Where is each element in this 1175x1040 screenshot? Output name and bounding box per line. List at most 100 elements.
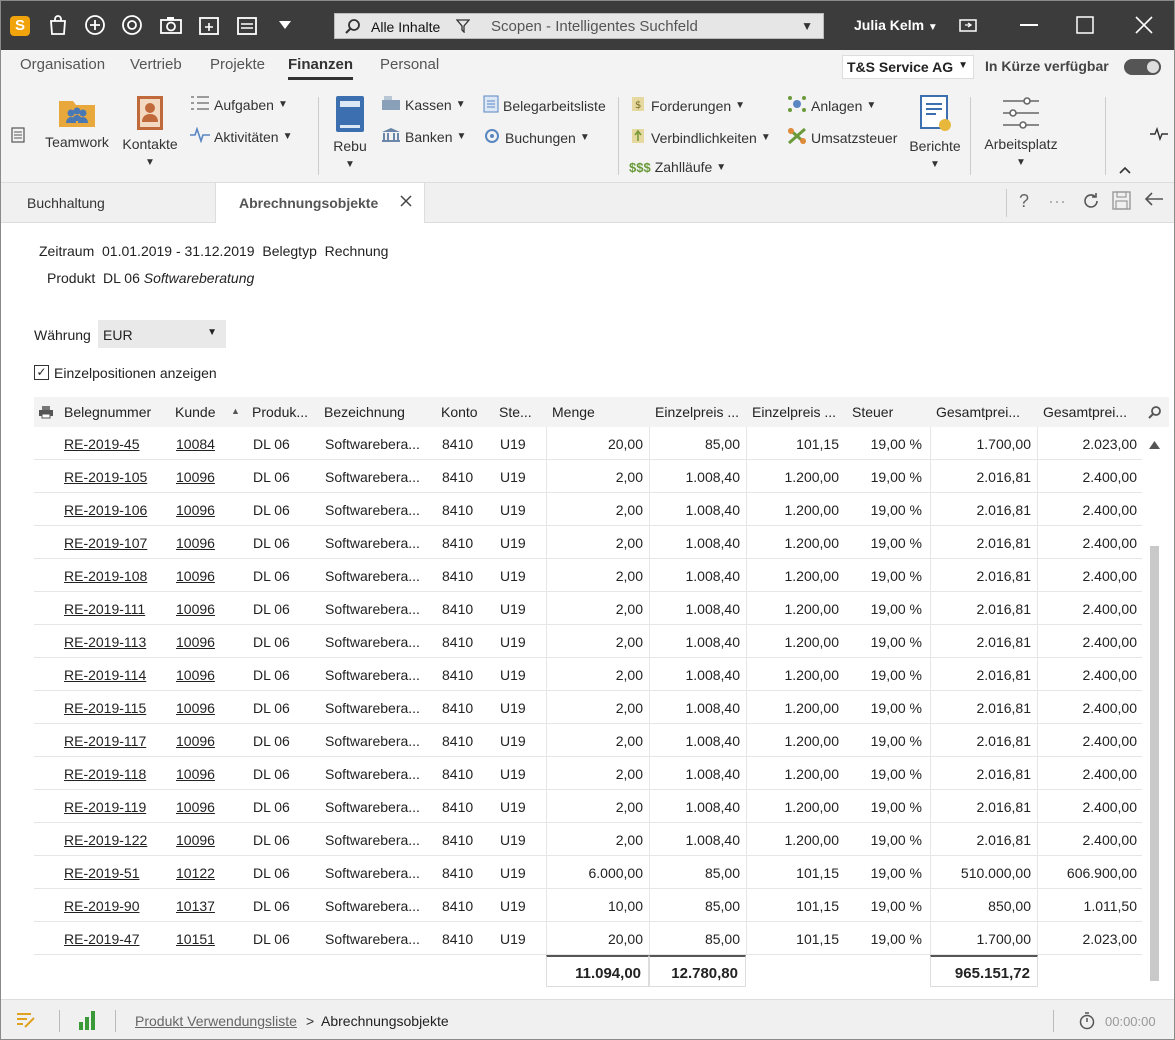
cell-belegnummer[interactable]: RE-2019-107 xyxy=(64,535,166,551)
cell-belegnummer[interactable]: RE-2019-45 xyxy=(64,436,166,452)
table-row[interactable]: RE-2019-114 10096 DL 06 Softwarebera... 8410… xyxy=(34,658,1142,691)
cell-kunde[interactable]: 10096 xyxy=(176,502,242,518)
table-row[interactable]: RE-2019-118 10096 DL 06 Softwarebera... 8410… xyxy=(34,757,1142,790)
header-belegnummer[interactable]: Belegnummer xyxy=(64,404,171,420)
verbindlichkeiten-button[interactable]: Verbindlichkeiten ▼ xyxy=(629,127,771,148)
cell-belegnummer[interactable]: RE-2019-108 xyxy=(64,568,166,584)
coming-soon-toggle[interactable] xyxy=(1124,59,1161,75)
forderungen-button[interactable]: $ Forderungen ▼ xyxy=(629,95,745,116)
table-row[interactable]: RE-2019-108 10096 DL 06 Softwarebera... 8410… xyxy=(34,559,1142,592)
cell-belegnummer[interactable]: RE-2019-118 xyxy=(64,766,166,782)
menu-tab-projekte[interactable]: Projekte xyxy=(210,56,265,73)
header-einzelpreis-netto[interactable]: Einzelpreis ... xyxy=(655,404,748,420)
calendar-icon[interactable] xyxy=(235,13,259,37)
table-row[interactable]: RE-2019-111 10096 DL 06 Softwarebera... 8410… xyxy=(34,592,1142,625)
tab-buchhaltung[interactable]: Buchhaltung xyxy=(1,183,215,223)
refresh-icon[interactable] xyxy=(1081,191,1101,216)
menu-tab-vertrieb[interactable]: Vertrieb xyxy=(130,56,182,73)
menu-tab-personal[interactable]: Personal xyxy=(380,56,439,73)
table-row[interactable]: RE-2019-113 10096 DL 06 Softwarebera... 8410… xyxy=(34,625,1142,658)
menu-tab-finanzen[interactable]: Finanzen xyxy=(288,56,354,80)
cell-belegnummer[interactable]: RE-2019-114 xyxy=(64,667,166,683)
search-dropdown-icon[interactable]: ▼ xyxy=(801,19,813,33)
arbeitsplatz-button[interactable]: Arbeitsplatz ▼ xyxy=(981,95,1061,168)
cell-kunde[interactable]: 10096 xyxy=(176,601,242,617)
signal-bars-icon[interactable] xyxy=(78,1010,96,1033)
breadcrumb-link[interactable]: Produkt Verwendungsliste xyxy=(135,1013,297,1029)
back-arrow-icon[interactable] xyxy=(1144,191,1164,212)
cell-kunde[interactable]: 10096 xyxy=(176,733,242,749)
table-row[interactable]: RE-2019-107 10096 DL 06 Softwarebera... 8410… xyxy=(34,526,1142,559)
currency-select[interactable]: EUR ▼ xyxy=(98,320,226,348)
cell-kunde[interactable]: 10096 xyxy=(176,799,242,815)
rebu-button[interactable]: Rebu ▼ xyxy=(330,95,370,170)
ribbon-collapse-side-icon[interactable] xyxy=(11,127,25,146)
cell-belegnummer[interactable]: RE-2019-47 xyxy=(64,931,166,947)
cell-belegnummer[interactable]: RE-2019-117 xyxy=(64,733,166,749)
table-row[interactable]: RE-2019-51 10122 DL 06 Softwarebera... 8410 U… xyxy=(34,856,1142,889)
cell-kunde[interactable]: 10084 xyxy=(176,436,242,452)
cell-belegnummer[interactable]: RE-2019-119 xyxy=(64,799,166,815)
cell-kunde[interactable]: 10096 xyxy=(176,535,242,551)
kontakte-button[interactable]: Kontakte ▼ xyxy=(119,95,181,168)
header-gesamtpreis-netto[interactable]: Gesamtprei... xyxy=(936,404,1039,420)
cell-kunde[interactable]: 10096 xyxy=(176,832,242,848)
search-scope-label[interactable]: Alle Inhalte xyxy=(371,19,440,35)
cell-kunde[interactable]: 10122 xyxy=(176,865,242,881)
cell-kunde[interactable]: 10096 xyxy=(176,469,242,485)
scrollbar-thumb[interactable] xyxy=(1150,546,1159,981)
table-row[interactable]: RE-2019-90 10137 DL 06 Softwarebera... 8410 U… xyxy=(34,889,1142,922)
close-tab-icon[interactable] xyxy=(400,194,412,210)
help-icon[interactable]: ? xyxy=(1019,191,1029,212)
cell-belegnummer[interactable]: RE-2019-122 xyxy=(64,832,166,848)
banken-button[interactable]: Banken ▼ xyxy=(381,127,466,146)
table-row[interactable]: RE-2019-47 10151 DL 06 Softwarebera... 8410 U… xyxy=(34,922,1142,955)
tab-abrechnungsobjekte[interactable]: Abrechnungsobjekte xyxy=(215,183,425,223)
stopwatch-icon[interactable] xyxy=(1079,1012,1095,1033)
calendar-add-icon[interactable] xyxy=(197,13,221,37)
window-switch-icon[interactable] xyxy=(956,13,980,37)
add-circle-icon[interactable] xyxy=(83,13,107,37)
app-logo-icon[interactable]: S xyxy=(10,16,30,36)
aktivitaeten-button[interactable]: Aktivitäten ▼ xyxy=(190,126,293,146)
table-row[interactable]: RE-2019-45 10084 DL 06 Softwarebera... 8410 U… xyxy=(34,427,1142,460)
zahllaeufe-button[interactable]: $$$ Zahlläufe ▼ xyxy=(629,159,726,175)
cell-belegnummer[interactable]: RE-2019-90 xyxy=(64,898,166,914)
anlagen-button[interactable]: Anlagen ▼ xyxy=(787,95,876,116)
minimize-icon[interactable] xyxy=(1017,13,1041,37)
user-menu[interactable]: Julia Kelm ▼ xyxy=(854,17,938,33)
maximize-icon[interactable] xyxy=(1073,13,1097,37)
header-menge[interactable]: Menge xyxy=(552,404,651,420)
table-row[interactable]: RE-2019-117 10096 DL 06 Softwarebera... 8410… xyxy=(34,724,1142,757)
activity-side-icon[interactable] xyxy=(1150,126,1168,144)
belegarbeitsliste-button[interactable]: Belegarbeitsliste xyxy=(483,95,606,116)
table-row[interactable]: RE-2019-105 10096 DL 06 Softwarebera... 8410… xyxy=(34,460,1142,493)
cell-belegnummer[interactable]: RE-2019-113 xyxy=(64,634,166,650)
sort-ascending-icon[interactable]: ▲ xyxy=(231,406,240,416)
filter-icon[interactable] xyxy=(455,19,471,36)
shopping-bag-icon[interactable] xyxy=(46,13,70,37)
table-row[interactable]: RE-2019-115 10096 DL 06 Softwarebera... 8410… xyxy=(34,691,1142,724)
more-options-icon[interactable]: ··· xyxy=(1048,191,1066,212)
kassen-button[interactable]: Kassen ▼ xyxy=(381,95,466,114)
einzelpositionen-checkbox[interactable]: ✓ xyxy=(34,365,49,380)
search-field[interactable]: Alle Inhalte Scopen - Intelligentes Such… xyxy=(334,13,824,39)
save-icon[interactable] xyxy=(1112,191,1131,215)
help-lifebuoy-icon[interactable] xyxy=(120,13,144,37)
cell-kunde[interactable]: 10096 xyxy=(176,568,242,584)
header-steuerschluessel[interactable]: Ste... xyxy=(499,404,548,420)
close-window-icon[interactable] xyxy=(1132,13,1156,37)
umsatzsteuer-button[interactable]: Umsatzsteuer xyxy=(787,127,897,148)
berichte-button[interactable]: Berichte ▼ xyxy=(907,95,963,170)
table-row[interactable]: RE-2019-106 10096 DL 06 Softwarebera... 8410… xyxy=(34,493,1142,526)
scroll-up-icon[interactable] xyxy=(1149,436,1160,452)
cell-kunde[interactable]: 10151 xyxy=(176,931,242,947)
cell-belegnummer[interactable]: RE-2019-106 xyxy=(64,502,166,518)
cell-kunde[interactable]: 10096 xyxy=(176,667,242,683)
header-produkt[interactable]: Produk... xyxy=(252,404,320,420)
company-selector[interactable]: T&S Service AG ▼ xyxy=(842,55,974,79)
table-row[interactable]: RE-2019-119 10096 DL 06 Softwarebera... 8410… xyxy=(34,790,1142,823)
collapse-ribbon-icon[interactable] xyxy=(1119,161,1131,177)
buchungen-button[interactable]: Buchungen ▼ xyxy=(483,127,590,148)
dropdown-arrow-icon[interactable] xyxy=(273,13,297,37)
